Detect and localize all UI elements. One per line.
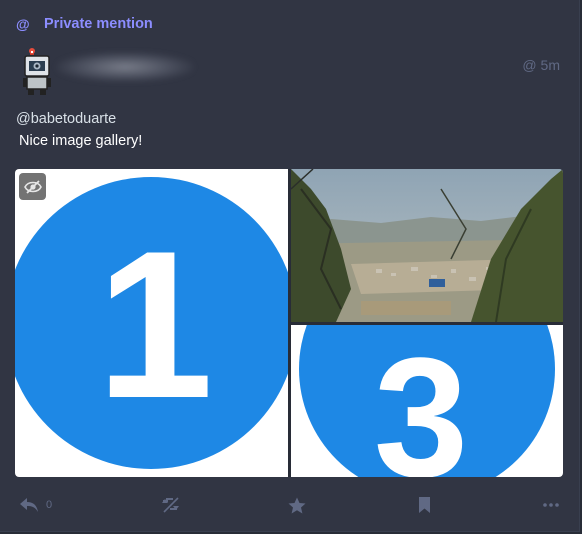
mention-link[interactable]: @babetoduarte [16, 111, 116, 127]
ellipsis-icon [543, 503, 559, 507]
bookmark-icon [419, 497, 430, 513]
display-name-blurred[interactable] [56, 52, 194, 82]
image-number-one[interactable]: 1 [15, 169, 288, 477]
number-three-glyph: 3 [374, 325, 469, 477]
more-button[interactable] [543, 495, 559, 515]
status-card[interactable]: @ Private mention @ 5m @babetoduarte Nic… [0, 0, 580, 532]
status-text: Nice image gallery! [19, 133, 143, 149]
image-landscape-photo[interactable] [291, 169, 563, 322]
boost-disabled-icon [162, 497, 179, 513]
avatar[interactable] [16, 48, 56, 96]
at-icon: @ [16, 16, 30, 32]
image-number-three[interactable]: 3 [291, 325, 563, 477]
private-mention-label: Private mention [44, 16, 153, 32]
hide-media-button[interactable] [19, 173, 46, 200]
visibility-direct-icon: @ [522, 57, 537, 73]
timestamp[interactable]: @ 5m [522, 57, 560, 73]
media-gallery: 1 3 [15, 169, 563, 477]
reply-button[interactable]: 0 [19, 495, 52, 515]
robot-avatar-icon [23, 48, 51, 95]
reply-icon [20, 498, 38, 512]
star-icon [288, 497, 306, 513]
boost-button [161, 495, 181, 515]
reply-count: 0 [46, 499, 53, 511]
action-bar: 0 [0, 490, 580, 520]
bookmark-button[interactable] [418, 495, 431, 515]
number-one-glyph: 1 [97, 207, 214, 442]
private-mention-banner: @ Private mention [16, 14, 153, 34]
relative-time: 5m [540, 57, 560, 73]
favourite-button[interactable] [288, 495, 306, 515]
eye-slash-icon [23, 179, 42, 194]
